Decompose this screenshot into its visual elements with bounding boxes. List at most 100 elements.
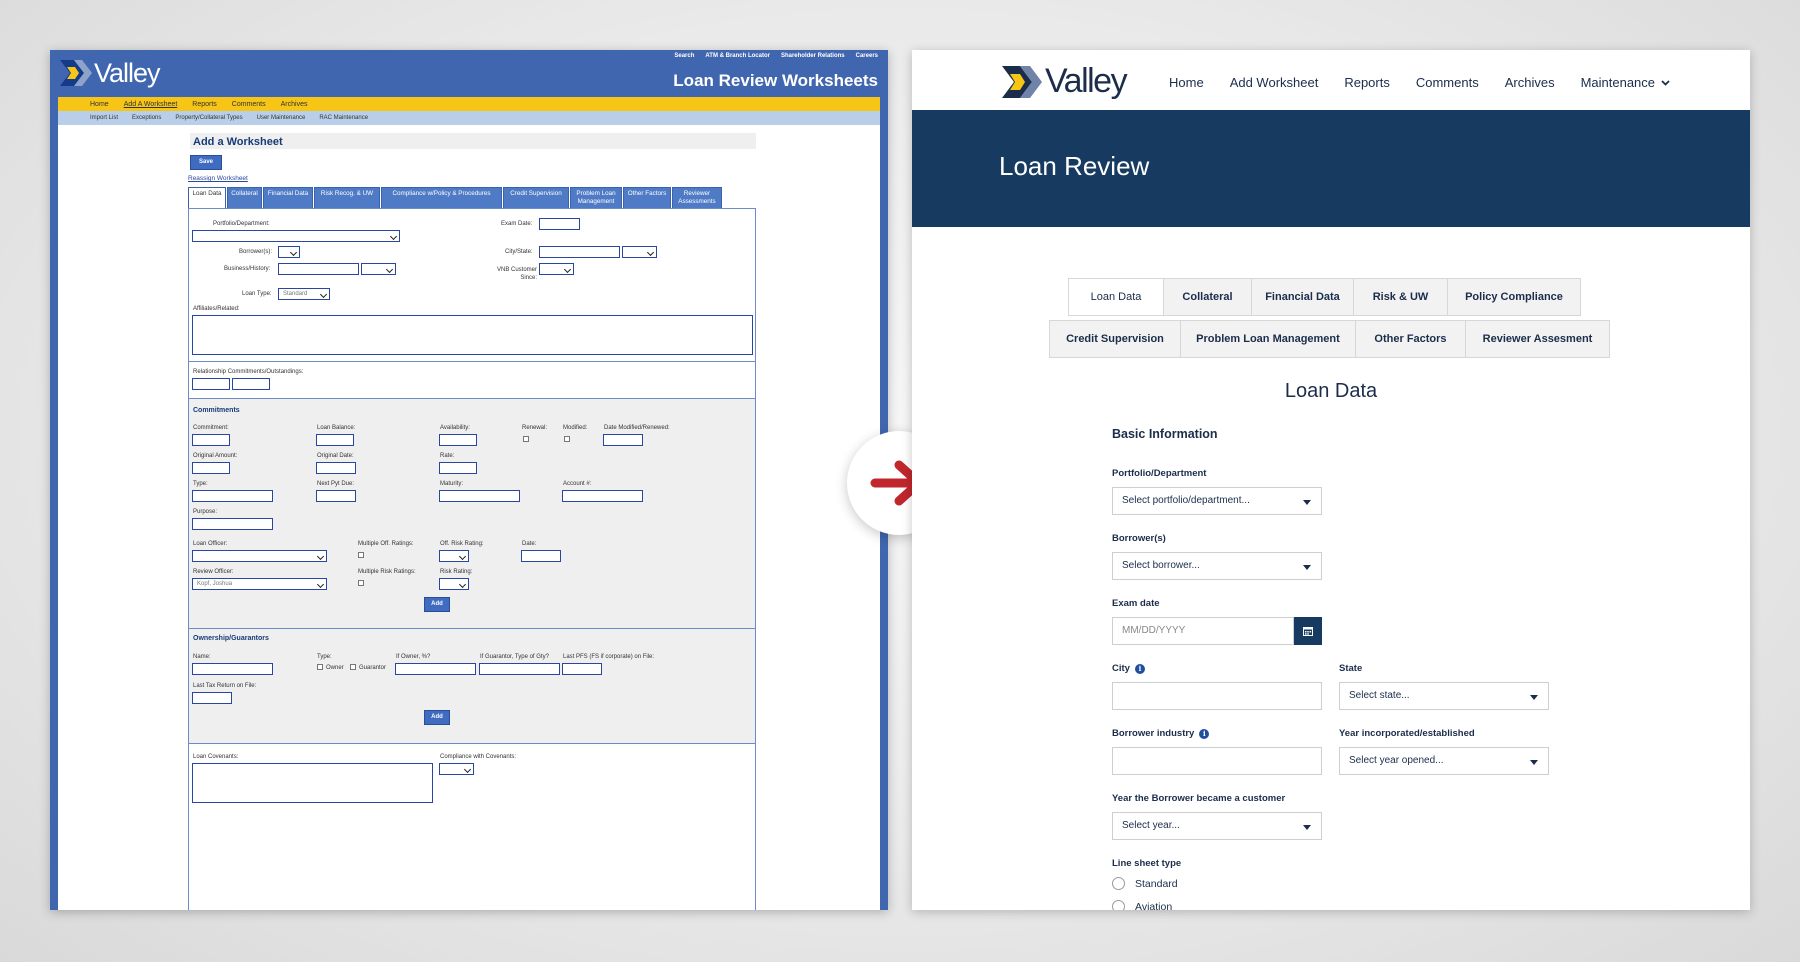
old-subnav-property[interactable]: Property/Collateral Types xyxy=(175,115,242,121)
city-input[interactable] xyxy=(1112,682,1322,710)
old-logo[interactable]: Valley xyxy=(58,57,161,89)
old-select-review-officer[interactable]: Kopf, Joshua xyxy=(192,578,327,590)
old-select-compliance-cov[interactable] xyxy=(439,763,474,775)
old-select-state[interactable] xyxy=(622,246,657,258)
old-input-original-date[interactable] xyxy=(316,462,356,474)
old-textarea-covenants[interactable] xyxy=(192,763,433,803)
portfolio-select[interactable]: Select portfolio/department... xyxy=(1112,487,1322,515)
old-select-borrowers[interactable] xyxy=(278,246,300,258)
old-add-owner-button[interactable]: Add xyxy=(424,710,450,725)
old-input-purpose[interactable] xyxy=(192,518,273,530)
tab-policy-compliance[interactable]: Policy Compliance xyxy=(1447,278,1581,316)
old-tab-problem[interactable]: Problem Loan Management xyxy=(570,187,622,209)
old-input-account[interactable] xyxy=(562,490,643,502)
tab-credit-supervision[interactable]: Credit Supervision xyxy=(1049,320,1181,358)
util-link-careers[interactable]: Careers xyxy=(856,53,878,59)
old-subnav-import[interactable]: Import List xyxy=(90,115,118,121)
old-input-next-pyt[interactable] xyxy=(316,490,356,502)
old-select-loan-officer[interactable] xyxy=(192,550,327,562)
old-input-name[interactable] xyxy=(192,663,273,675)
old-select-business[interactable] xyxy=(361,263,396,275)
old-tab-collateral[interactable]: Collateral xyxy=(227,187,262,209)
old-nav-home[interactable]: Home xyxy=(90,101,109,108)
info-icon[interactable]: i xyxy=(1199,728,1210,739)
old-tab-risk[interactable]: Risk Recog. & UW xyxy=(314,187,380,209)
old-input-exam[interactable] xyxy=(539,218,580,230)
new-nav-maintenance[interactable]: Maintenance xyxy=(1581,75,1670,90)
old-input-commitment[interactable] xyxy=(192,434,230,446)
old-checkbox-multiple-risk[interactable] xyxy=(358,580,364,586)
tab-risk-uw[interactable]: Risk & UW xyxy=(1353,278,1448,316)
old-select-portfolio[interactable] xyxy=(192,230,400,242)
old-tab-financial[interactable]: Financial Data xyxy=(263,187,313,209)
radio-standard[interactable]: Standard xyxy=(1112,877,1178,890)
tab-problem-loan[interactable]: Problem Loan Management xyxy=(1180,320,1356,358)
old-input-original-amount[interactable] xyxy=(192,462,230,474)
tab-other-factors[interactable]: Other Factors xyxy=(1355,320,1466,358)
old-input-loan-balance[interactable] xyxy=(316,434,354,446)
tab-collateral[interactable]: Collateral xyxy=(1163,278,1252,316)
util-link-shareholder[interactable]: Shareholder Relations xyxy=(781,53,845,59)
customer-year-select[interactable]: Select year... xyxy=(1112,812,1322,840)
old-nav-reports[interactable]: Reports xyxy=(192,101,217,108)
tab-reviewer-assesment[interactable]: Reviewer Assesment xyxy=(1465,320,1610,358)
new-nav-archives[interactable]: Archives xyxy=(1505,75,1555,90)
industry-input[interactable] xyxy=(1112,747,1322,775)
exam-date-input[interactable]: MM/DD/YYYY xyxy=(1112,617,1294,645)
new-nav-reports[interactable]: Reports xyxy=(1344,75,1390,90)
old-input-date-modified[interactable] xyxy=(603,434,643,446)
old-textarea-affiliates[interactable] xyxy=(192,315,753,355)
old-checkbox-guarantor[interactable] xyxy=(350,664,356,670)
old-select-vnb[interactable] xyxy=(539,263,574,275)
old-input-business[interactable] xyxy=(278,263,359,275)
old-input-availability[interactable] xyxy=(439,434,477,446)
old-subnav-rac[interactable]: RAC Maintenance xyxy=(319,115,368,121)
old-input-relationship-1[interactable] xyxy=(192,378,230,390)
old-tab-reviewer[interactable]: Reviewer Assessments xyxy=(672,187,722,209)
old-nav-archives[interactable]: Archives xyxy=(281,101,308,108)
radio-circle[interactable] xyxy=(1112,900,1125,910)
old-input-city[interactable] xyxy=(539,246,620,258)
radio-aviation[interactable]: Aviation xyxy=(1112,900,1172,910)
util-link-search[interactable]: Search xyxy=(674,53,694,59)
old-checkbox-modified[interactable] xyxy=(564,436,570,442)
old-select-off-risk[interactable] xyxy=(439,550,469,562)
new-nav-home[interactable]: Home xyxy=(1169,75,1204,90)
old-checkbox-multiple-off[interactable] xyxy=(358,552,364,558)
old-select-risk-rating[interactable] xyxy=(439,578,469,590)
old-input-relationship-2[interactable] xyxy=(232,378,270,390)
tab-financial-data[interactable]: Financial Data xyxy=(1251,278,1354,316)
old-input-if-owner[interactable] xyxy=(395,663,476,675)
old-input-type[interactable] xyxy=(192,490,273,502)
old-checkbox-owner[interactable] xyxy=(317,664,323,670)
calendar-button[interactable] xyxy=(1294,617,1322,645)
info-icon[interactable]: i xyxy=(1134,663,1145,674)
radio-circle[interactable] xyxy=(1112,877,1125,890)
old-input-maturity[interactable] xyxy=(439,490,520,502)
old-add-commitment-button[interactable]: Add xyxy=(424,597,450,612)
borrower-select[interactable]: Select borrower... xyxy=(1112,552,1322,580)
old-input-rate[interactable] xyxy=(439,462,477,474)
old-tab-loan-data[interactable]: Loan Data xyxy=(188,187,226,209)
old-tab-compliance[interactable]: Compliance w/Policy & Procedures xyxy=(381,187,502,209)
new-nav-add-worksheet[interactable]: Add Worksheet xyxy=(1230,75,1319,90)
util-link-atm[interactable]: ATM & Branch Locator xyxy=(705,53,770,59)
new-nav-comments[interactable]: Comments xyxy=(1416,75,1479,90)
old-checkbox-renewal[interactable] xyxy=(523,436,529,442)
old-select-loantype[interactable]: Standard xyxy=(278,288,330,300)
old-input-if-guarantor[interactable] xyxy=(479,663,560,675)
old-input-date[interactable] xyxy=(521,550,561,562)
old-nav-add-worksheet[interactable]: Add A Worksheet xyxy=(124,101,178,108)
new-logo[interactable]: Valley xyxy=(1000,62,1128,101)
state-select[interactable]: Select state... xyxy=(1339,682,1549,710)
old-tab-credit[interactable]: Credit Supervision xyxy=(503,187,569,209)
old-tab-other[interactable]: Other Factors xyxy=(623,187,671,209)
tab-loan-data[interactable]: Loan Data xyxy=(1068,278,1164,316)
old-reassign-link[interactable]: Reassign Worksheet xyxy=(188,175,248,182)
old-input-last-pfs[interactable] xyxy=(562,663,602,675)
old-input-last-tax[interactable] xyxy=(192,692,232,704)
old-subnav-exceptions[interactable]: Exceptions xyxy=(132,115,161,121)
old-subnav-user[interactable]: User Maintenance xyxy=(257,115,306,121)
old-save-button[interactable]: Save xyxy=(190,155,222,170)
old-nav-comments[interactable]: Comments xyxy=(232,101,266,108)
